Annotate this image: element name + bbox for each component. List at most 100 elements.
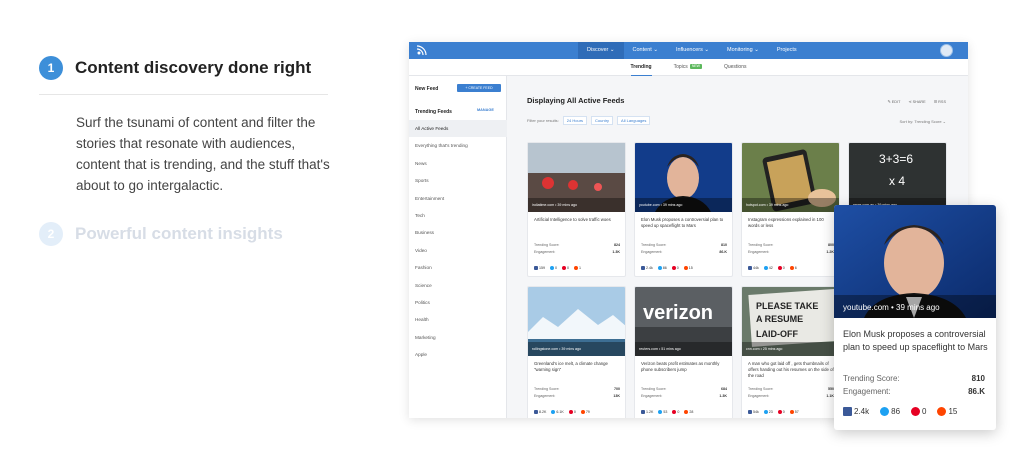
- reddit-icon: [580, 410, 585, 415]
- facebook-count[interactable]: 1.2K: [641, 410, 653, 415]
- twitter-count-value: 6.1K: [556, 410, 564, 414]
- filter-country[interactable]: Country: [591, 116, 614, 125]
- sidebar-item-marketing[interactable]: Marketing: [409, 329, 507, 346]
- top-nav-bar: Discover ⌄ Content ⌄ Influencers ⌄ Monit…: [409, 42, 968, 59]
- manage-button[interactable]: MANAGE: [477, 108, 494, 112]
- nav-projects[interactable]: Projects: [768, 42, 806, 59]
- svg-text:PLEASE TAKE: PLEASE TAKE: [756, 301, 818, 311]
- twitter-count[interactable]: 42: [763, 266, 773, 271]
- card-engagement-label: Engagement:: [641, 250, 663, 254]
- nav-content[interactable]: Content ⌄: [624, 42, 667, 59]
- facebook-count[interactable]: 159: [534, 266, 545, 271]
- pinterest-count[interactable]: 0: [777, 410, 785, 415]
- card-title[interactable]: A man who got laid off , gets thumbnails…: [748, 361, 836, 379]
- twitter-count[interactable]: 23: [763, 410, 773, 415]
- facebook-count[interactable]: 2.4k: [641, 266, 653, 271]
- card-engagement-label: Engagement:: [748, 394, 770, 398]
- pinterest-count[interactable]: 0: [777, 266, 785, 271]
- edit-button[interactable]: ✎ EDIT: [888, 99, 901, 104]
- card-image: [528, 143, 625, 212]
- user-avatar-icon[interactable]: [940, 44, 953, 57]
- step-two[interactable]: 2 Powerful content insights: [39, 222, 283, 246]
- sidebar-item-news[interactable]: News: [409, 155, 507, 172]
- sidebar-item-health[interactable]: Health: [409, 311, 507, 328]
- card-image: 3+3=6 x 4: [849, 143, 946, 212]
- content-card[interactable]: hotspot.com • 39 mins ago Instagram expre…: [741, 142, 840, 277]
- rss-button[interactable]: ☰ RSS: [934, 99, 946, 104]
- pinterest-count[interactable]: 0: [562, 266, 569, 271]
- card-score-row: Trending Score: 684: [641, 387, 727, 391]
- pinterest-count[interactable]: 0: [671, 266, 679, 271]
- filter-24-hours[interactable]: 24 Hours: [562, 116, 588, 125]
- tab-topics[interactable]: Topics NEW: [674, 59, 702, 76]
- facebook-count[interactable]: 8.2K: [534, 410, 546, 415]
- reddit-count[interactable]: 57: [789, 410, 799, 415]
- sidebar-item-sports[interactable]: Sports: [409, 172, 507, 189]
- sidebar-item-entertainment[interactable]: Entertainment: [409, 190, 507, 207]
- card-score: 684: [721, 387, 727, 391]
- reddit-count[interactable]: 15: [937, 407, 957, 417]
- pinterest-count[interactable]: 0: [911, 407, 926, 417]
- reddit-count[interactable]: 15: [683, 266, 693, 271]
- share-button[interactable]: ⋖ SHARE: [908, 99, 925, 104]
- card-title[interactable]: Verizon beats profit estimates as monthl…: [641, 361, 729, 373]
- twitter-count[interactable]: 53: [658, 410, 667, 415]
- nav-discover[interactable]: Discover ⌄: [578, 42, 624, 59]
- tab-trending[interactable]: Trending: [630, 59, 652, 76]
- sort-dropdown[interactable]: Sort by: Trending Score ⌄: [900, 119, 946, 124]
- card-title[interactable]: Artificial Intelligence to solve traffic…: [534, 217, 622, 223]
- facebook-count[interactable]: 2.4k: [843, 407, 869, 417]
- reddit-count[interactable]: 6: [789, 266, 797, 271]
- pinterest-count[interactable]: 0: [672, 410, 679, 415]
- facebook-count[interactable]: 54k: [748, 410, 759, 415]
- facebook-count[interactable]: 44k: [748, 266, 759, 271]
- twitter-count[interactable]: 6.1K: [551, 410, 564, 415]
- sidebar-item-apple[interactable]: Apple: [409, 346, 507, 363]
- reddit-count-value: 57: [794, 410, 799, 414]
- sidebar-item-science[interactable]: Science: [409, 277, 507, 294]
- sidebar-item-business[interactable]: Business: [409, 224, 507, 241]
- create-feed-button[interactable]: + CREATE FEED: [457, 84, 501, 92]
- content-card[interactable]: PLEASE TAKE A RESUME LAID-OFF cnn.com • 25 …: [741, 286, 840, 418]
- featured-card-social: 2.4k 86 0 15: [843, 407, 957, 417]
- feed-actions: ✎ EDIT ⋖ SHARE ☰ RSS: [888, 99, 947, 104]
- step-one[interactable]: 1 Content discovery done right: [39, 56, 311, 80]
- twitter-count[interactable]: 86: [880, 407, 900, 417]
- featured-card-title[interactable]: Elon Musk proposes a controversial plan …: [843, 328, 989, 354]
- featured-card-engagement-label: Engagement:: [843, 387, 891, 396]
- sidebar-item-fashion[interactable]: Fashion: [409, 259, 507, 276]
- tab-questions[interactable]: Questions: [724, 59, 747, 76]
- sidebar-item-video[interactable]: Video: [409, 242, 507, 259]
- featured-card[interactable]: youtube.com • 39 mins ago Elon Musk prop…: [834, 205, 996, 430]
- twitter-count[interactable]: 0: [550, 266, 557, 271]
- twitter-count-value: 42: [768, 266, 773, 270]
- sidebar-item-politics[interactable]: Politics: [409, 294, 507, 311]
- twitter-count[interactable]: 86: [657, 266, 667, 271]
- card-title[interactable]: Instagram expressions explained in 100 w…: [748, 217, 836, 229]
- facebook-count-value: 44k: [753, 266, 759, 270]
- content-card[interactable]: indiatime.com • 39 mins ago Artificial In…: [527, 142, 626, 277]
- reddit-count[interactable]: 28: [684, 410, 693, 415]
- main-nav: Discover ⌄ Content ⌄ Influencers ⌄ Monit…: [578, 42, 806, 59]
- card-image: [528, 287, 625, 356]
- sidebar-item-all-active-feeds[interactable]: All Active Feeds: [409, 120, 507, 138]
- sidebar-item-tech[interactable]: Tech: [409, 207, 507, 224]
- reddit-count[interactable]: 1: [574, 266, 581, 271]
- content-card[interactable]: rollingstone.com • 39 mins ago Greenland'…: [527, 286, 626, 418]
- step-two-number: 2: [39, 222, 63, 246]
- twitter-icon: [763, 410, 768, 415]
- app-logo-icon[interactable]: [416, 45, 427, 56]
- card-engagement: 1.2K: [826, 250, 834, 254]
- pinterest-count[interactable]: 0: [568, 410, 576, 415]
- card-engagement-label: Engagement:: [534, 250, 556, 254]
- content-card[interactable]: youtube.com • 39 mins ago Elon Musk propo…: [634, 142, 733, 277]
- twitter-icon: [551, 410, 556, 415]
- content-card[interactable]: verizon reuters.com • 51 mins ago Verizon …: [634, 286, 733, 418]
- sidebar-item-everything-trending[interactable]: Everything that's trending: [409, 137, 507, 154]
- nav-influencers[interactable]: Influencers ⌄: [667, 42, 718, 59]
- card-title[interactable]: Greenland's ice melt, a climate change "…: [534, 361, 622, 373]
- card-title[interactable]: Elon Musk proposes a controversial plan …: [641, 217, 729, 229]
- filter-all-languages[interactable]: All Languages: [617, 116, 651, 125]
- nav-monitoring[interactable]: Monitoring ⌄: [718, 42, 768, 59]
- reddit-count[interactable]: 79: [580, 410, 590, 415]
